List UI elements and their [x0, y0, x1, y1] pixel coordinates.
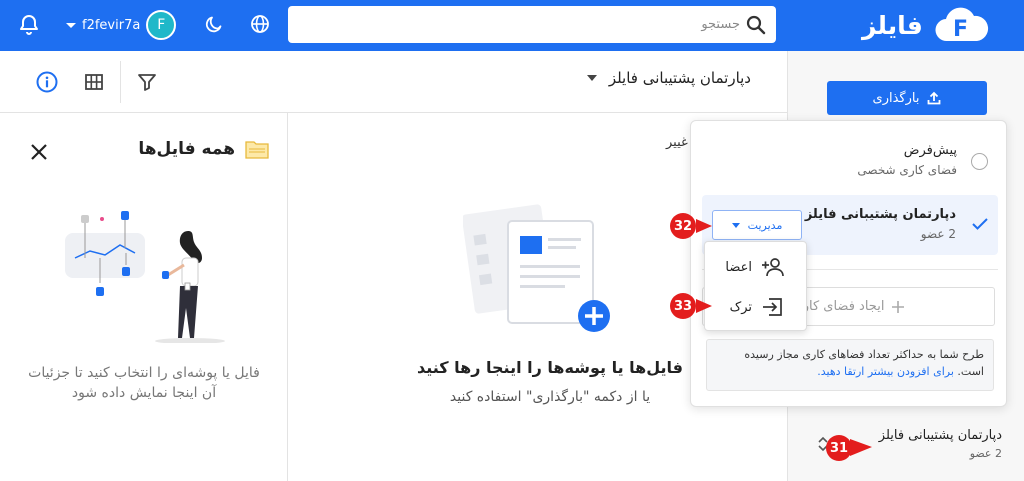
search-input[interactable] — [288, 17, 740, 32]
workspace-title: دپارتمان پشتیبانی فایلز — [608, 69, 751, 87]
top-header: f2fevir7a F فایلز F — [0, 0, 1024, 51]
upload-label: بارگذاری — [872, 90, 920, 106]
workspace-name: پیش‌فرض — [903, 143, 957, 158]
workspace-item-support[interactable]: دپارتمان پشتیبانی فایلز 2 عضو — [805, 207, 956, 241]
details-hint: فایل یا پوشه‌ای را انتخاب کنید تا جزئیات… — [28, 365, 260, 401]
moon-icon[interactable] — [204, 14, 224, 34]
bell-icon[interactable] — [17, 13, 41, 37]
upload-button[interactable]: بارگذاری — [827, 81, 987, 115]
workspace-subtitle: 2 عضو — [920, 227, 956, 241]
plus-icon — [892, 300, 905, 313]
username: f2fevir7a — [82, 17, 141, 33]
cloud-logo-icon: F — [935, 7, 988, 42]
add-member-icon — [762, 258, 784, 277]
workspace-subtitle: فضای کاری شخصی — [857, 163, 957, 177]
menu-item-label: ترک — [729, 299, 752, 315]
current-workspace-name: دپارتمان پشتیبانی فایلز — [878, 428, 1002, 443]
workspace-name: دپارتمان پشتیبانی فایلز — [804, 207, 956, 222]
workspace-item-default[interactable]: پیش‌فرض فضای کاری شخصی — [857, 143, 957, 177]
chevron-down-icon — [586, 75, 597, 81]
user-menu[interactable]: f2fevir7a F — [66, 10, 177, 40]
search-icon — [746, 15, 766, 35]
globe-icon[interactable] — [250, 14, 270, 34]
step-number: 32 — [670, 213, 696, 239]
manage-button[interactable]: مدیریت — [712, 210, 802, 240]
details-title-text: همه فایل‌ها — [138, 139, 235, 159]
toolbar-divider — [120, 61, 121, 103]
details-title: همه فایل‌ها — [138, 139, 269, 159]
toolbar: دپارتمان پشتیبانی فایلز — [0, 51, 787, 113]
data-illustration — [65, 211, 225, 343]
check-icon — [972, 218, 988, 230]
details-pane: همه فایل‌ها فایل یا پوشه‌ای را انتخاب کن… — [0, 113, 288, 481]
logo[interactable]: فایلز F — [862, 5, 989, 45]
menu-item-leave[interactable]: ترک — [705, 287, 808, 327]
logo-text: فایلز — [862, 10, 923, 40]
upload-icon — [928, 91, 941, 105]
chevron-down-icon — [731, 222, 740, 228]
plan-limit-notice: طرح شما به حداکثر تعداد فضاهای کاری مجاز… — [706, 339, 994, 391]
workspace-selector[interactable]: دپارتمان پشتیبانی فایلز — [586, 69, 751, 87]
menu-item-members[interactable]: اعضا — [705, 247, 808, 287]
step-number: 33 — [670, 293, 696, 319]
partial-label: غییر — [666, 135, 688, 150]
filter-icon[interactable] — [137, 72, 157, 92]
leave-icon — [763, 298, 782, 316]
manage-dropdown: اعضا ترک — [704, 241, 807, 331]
search-box — [288, 6, 776, 43]
upgrade-link[interactable]: برای افزودن بیشتر ارتقا دهید. — [817, 365, 954, 378]
step-number: 31 — [826, 435, 852, 461]
menu-item-label: اعضا — [725, 259, 752, 275]
drop-files-illustration — [463, 204, 610, 332]
close-icon[interactable] — [30, 143, 48, 161]
current-workspace-members: 2 عضو — [969, 447, 1002, 460]
current-workspace[interactable]: دپارتمان پشتیبانی فایلز 2 عضو — [879, 428, 1002, 460]
avatar: F — [146, 10, 177, 40]
grid-view-icon[interactable] — [84, 72, 104, 92]
info-icon[interactable] — [36, 71, 58, 93]
manage-label: مدیریت — [747, 218, 783, 232]
svg-text:F: F — [953, 17, 968, 42]
chevron-down-icon — [66, 22, 76, 28]
radio-default-workspace[interactable] — [971, 153, 988, 170]
folder-icon — [245, 141, 269, 159]
